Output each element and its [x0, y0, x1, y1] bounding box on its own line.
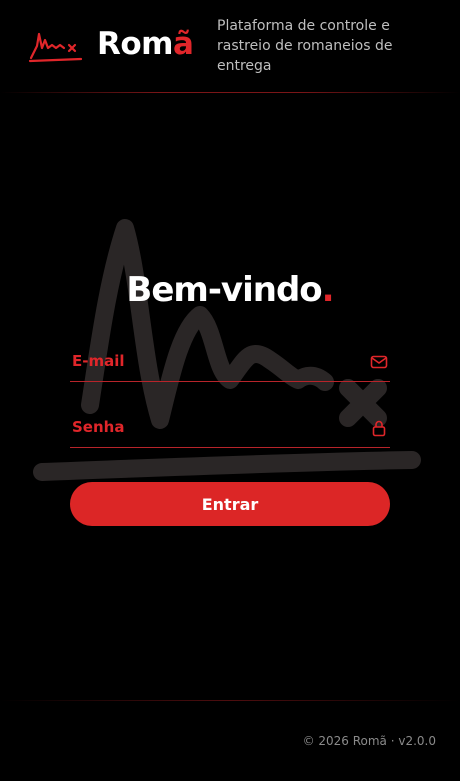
footer-copyright: © 2026 Romã · v2.0.0 — [302, 734, 436, 748]
page-title: Bem-vindo. — [0, 270, 460, 310]
password-input[interactable] — [70, 412, 360, 446]
header-divider — [0, 92, 460, 93]
lock-icon — [372, 420, 386, 437]
brand-name: Romã — [97, 26, 194, 62]
login-button[interactable]: Entrar — [70, 482, 390, 526]
email-field[interactable]: E-mail — [70, 346, 390, 382]
page-title-dot: . — [321, 270, 335, 310]
envelope-icon — [370, 355, 388, 369]
footer-divider — [0, 700, 460, 701]
tagline: Plataforma de controle e rastreio de rom… — [217, 18, 393, 74]
password-field[interactable]: Senha — [70, 412, 390, 448]
brand-name-prefix: Rom — [97, 26, 173, 62]
email-input[interactable] — [70, 346, 360, 380]
brand-name-accent: ã — [172, 26, 194, 62]
logo-icon — [28, 32, 83, 63]
page-title-text: Bem-vindo — [126, 270, 322, 310]
app-header: Romã Plataforma de controle e rastreio d… — [0, 0, 460, 92]
